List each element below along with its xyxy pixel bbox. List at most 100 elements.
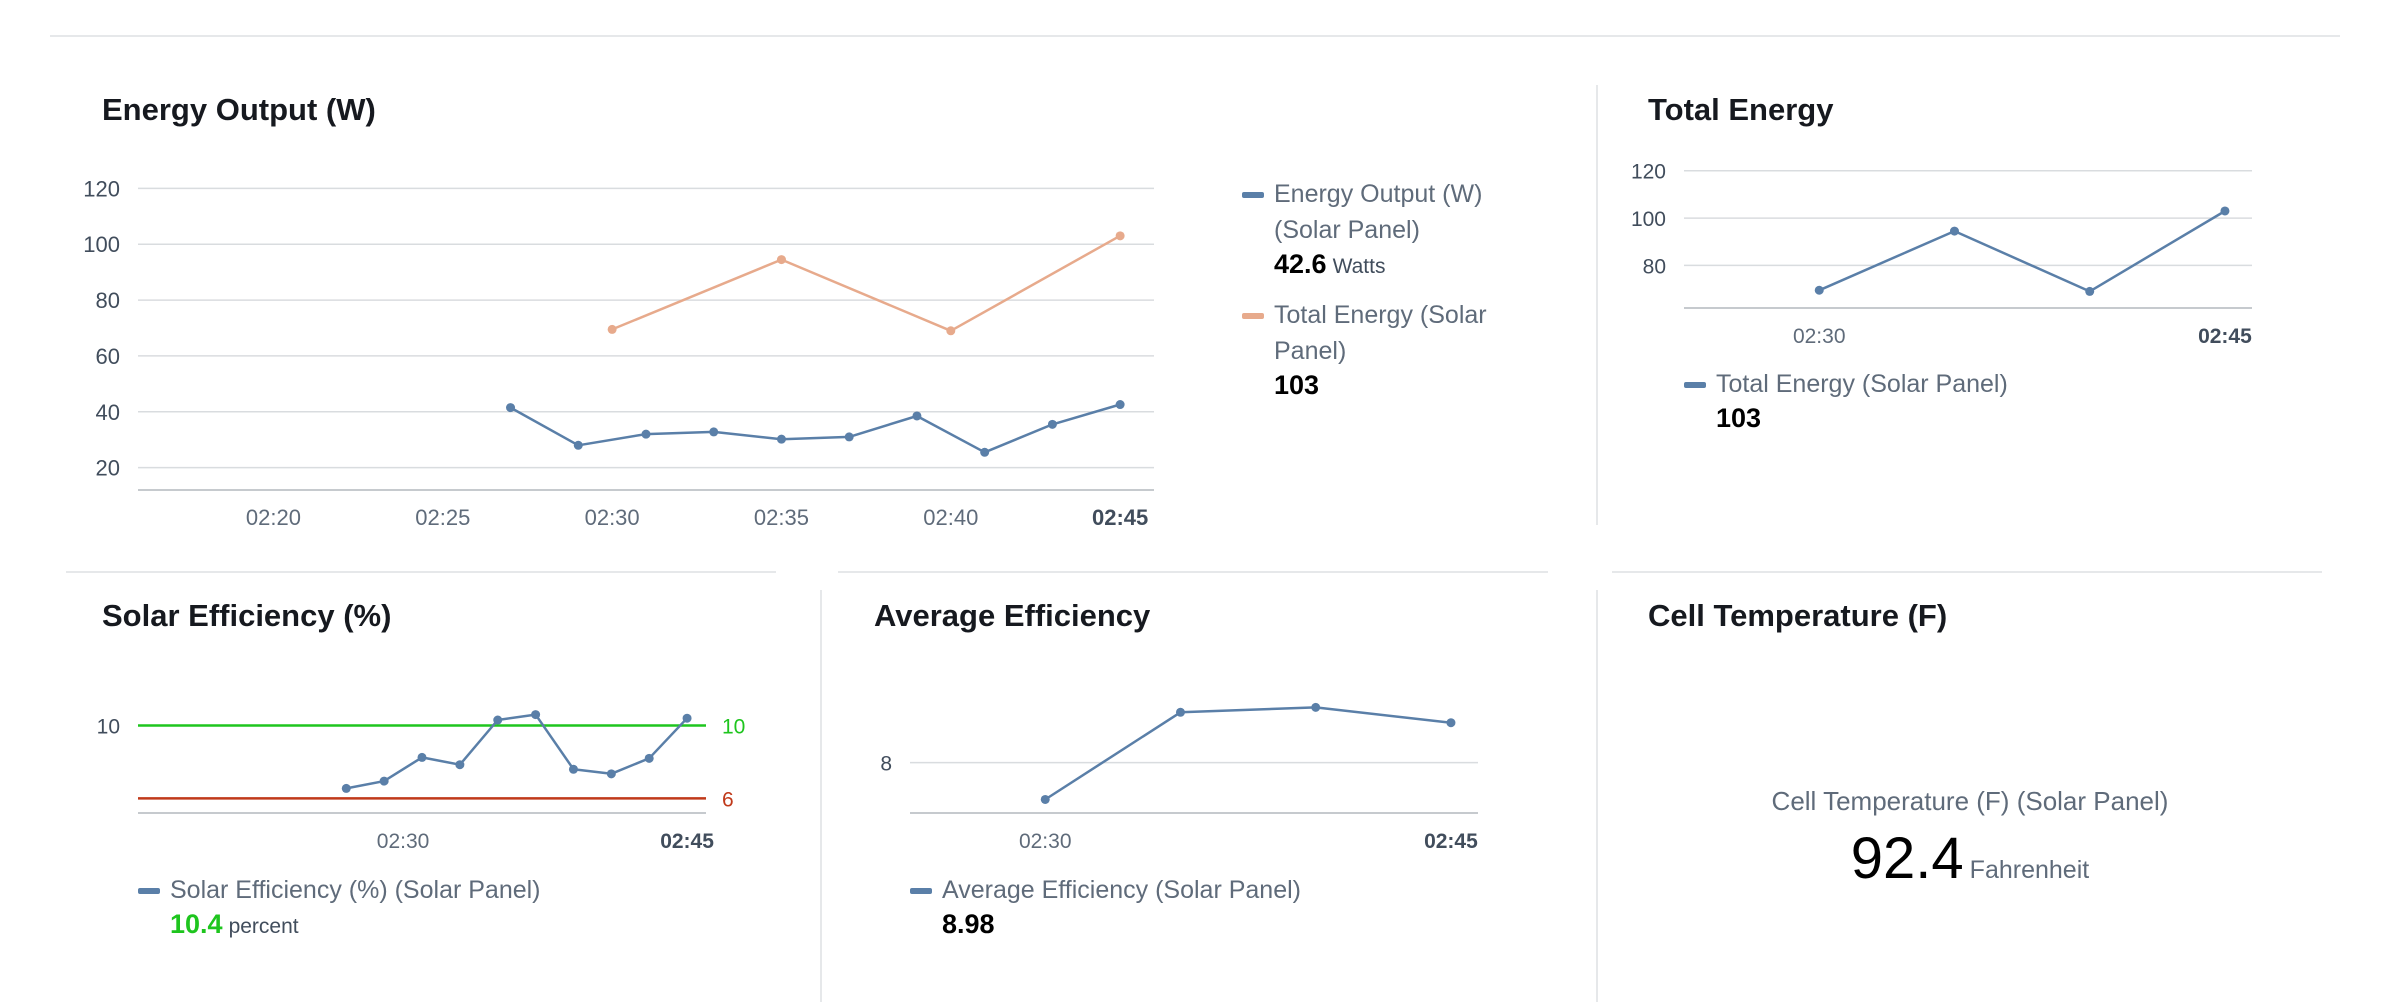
x-tick-label: 02:30 [1793, 325, 1846, 348]
data-point [1949, 226, 1959, 236]
divider-right-top [1596, 85, 1598, 525]
x-tick-label: 02:45 [660, 830, 714, 853]
y-tick-label: 80 [1643, 255, 1666, 278]
data-point [1311, 702, 1321, 712]
y-tick-label: 20 [96, 456, 120, 481]
legend-swatch [138, 888, 160, 894]
divider-bottom-2 [1596, 590, 1598, 1002]
x-tick-label: 02:45 [2198, 325, 2252, 348]
legend-swatch [1684, 382, 1706, 388]
kpi-value: 92.4 [1850, 826, 1964, 891]
data-point [1047, 419, 1057, 429]
legend-item-average-efficiency[interactable]: Average Efficiency (Solar Panel) 8.98 [910, 872, 1510, 940]
divider-row-2 [838, 571, 1548, 573]
data-point [1446, 718, 1456, 728]
solar-efficiency-legend: Solar Efficiency (%) (Solar Panel) 10.4 p… [138, 872, 738, 957]
data-point [506, 403, 516, 413]
data-point [1814, 285, 1824, 295]
legend-item-energy-output[interactable]: Energy Output (W) (Solar Panel) 42.6 Watt… [1242, 176, 1542, 283]
legend-value: 103 [1274, 370, 1320, 400]
data-point [980, 447, 990, 457]
legend-name: Total Energy (Solar Panel) [1274, 301, 1487, 365]
legend-value: 8.98 [942, 909, 995, 939]
threshold-label: 6 [722, 788, 734, 811]
x-tick-label: 02:35 [754, 505, 809, 530]
data-point [573, 440, 583, 450]
data-point [493, 715, 503, 725]
data-point [455, 760, 465, 770]
legend-value-number: 10.4 [170, 909, 223, 939]
legend-value: 103 [1716, 403, 1762, 433]
data-point [682, 713, 692, 723]
data-point [1115, 231, 1125, 241]
divider-row-1 [66, 571, 776, 573]
data-point [644, 753, 654, 763]
data-point [1040, 794, 1050, 804]
data-point [417, 752, 427, 762]
data-point [341, 783, 351, 793]
legend-unit: percent [228, 915, 299, 938]
data-point [1115, 400, 1125, 410]
data-point [776, 434, 786, 444]
y-tick-label: 120 [83, 176, 120, 201]
legend-value: 42.6 Watts [1274, 249, 1386, 279]
data-point [641, 429, 651, 439]
solar-efficiency-chart: 10 02:30 02:45 10 6 [97, 710, 745, 853]
y-tick-label: 40 [96, 400, 120, 425]
cell-temperature-kpi: Cell Temperature (F) (Solar Panel) 92.4 F… [1620, 786, 2320, 892]
data-point [2220, 206, 2230, 216]
legend-item-solar-efficiency[interactable]: Solar Efficiency (%) (Solar Panel) 10.4 p… [138, 872, 738, 943]
data-point [946, 326, 956, 336]
y-tick-label: 120 [1631, 161, 1666, 184]
data-point [709, 427, 719, 437]
legend-item-total-energy[interactable]: Total Energy (Solar Panel) 103 [1684, 366, 2284, 434]
legend-item-total-energy[interactable]: Total Energy (Solar Panel) 103 [1242, 297, 1542, 401]
kpi-reading: 92.4 Fahrenheit [1620, 825, 2320, 892]
average-efficiency-chart: 8 02:30 02:45 [880, 702, 1478, 853]
legend-swatch [1242, 313, 1264, 319]
data-point [531, 710, 541, 720]
data-point [606, 769, 616, 779]
energy-output-chart: 20 40 60 80 100 120 02:20 02:25 02:30 02:35 02:40 0… [83, 176, 1154, 530]
legend-value: 10.4 percent [170, 908, 541, 943]
series-line [1818, 209, 2226, 293]
x-tick-label: 02:30 [585, 505, 640, 530]
legend-unit: Watts [1332, 255, 1386, 278]
y-tick-label: 8 [880, 753, 892, 776]
data-point [1175, 707, 1185, 717]
y-tick-label: 10 [97, 716, 120, 739]
x-tick-label: 02:30 [377, 830, 430, 853]
data-point [776, 255, 786, 265]
data-point [2085, 286, 2095, 296]
threshold-label: 10 [722, 716, 745, 739]
y-tick-label: 80 [96, 288, 120, 313]
x-tick-label: 02:20 [246, 505, 301, 530]
legend-name: Total Energy (Solar Panel) [1716, 370, 2008, 398]
total-energy-legend: Total Energy (Solar Panel) 103 [1684, 366, 2284, 448]
data-point [607, 324, 617, 334]
legend-name: Solar Efficiency (%) (Solar Panel) [170, 876, 541, 904]
kpi-name: Cell Temperature (F) (Solar Panel) [1771, 786, 2169, 816]
legend-name: Average Efficiency (Solar Panel) [942, 876, 1301, 904]
x-tick-label: 02:30 [1019, 830, 1072, 853]
data-point [568, 764, 578, 774]
total-energy-chart: 80 100 120 02:30 02:45 [1631, 161, 2252, 348]
legend-swatch [1242, 192, 1264, 198]
y-tick-label: 60 [96, 344, 120, 369]
cell-temperature-title: Cell Temperature (F) [1648, 598, 1948, 633]
energy-output-legend: Energy Output (W) (Solar Panel) 42.6 Watt… [1242, 176, 1542, 415]
series-line [611, 234, 1121, 333]
kpi-unit: Fahrenheit [1969, 856, 2090, 884]
data-point [379, 776, 389, 786]
x-tick-label: 02:45 [1424, 830, 1478, 853]
x-tick-label: 02:25 [415, 505, 470, 530]
legend-swatch [910, 888, 932, 894]
x-tick-label: 02:45 [1092, 505, 1148, 530]
average-efficiency-legend: Average Efficiency (Solar Panel) 8.98 [910, 872, 1510, 954]
data-point [912, 411, 922, 421]
x-tick-label: 02:40 [923, 505, 978, 530]
series-line [1044, 706, 1452, 801]
y-tick-label: 100 [83, 232, 120, 257]
divider-row-3 [1612, 571, 2322, 573]
y-tick-label: 100 [1631, 208, 1666, 231]
